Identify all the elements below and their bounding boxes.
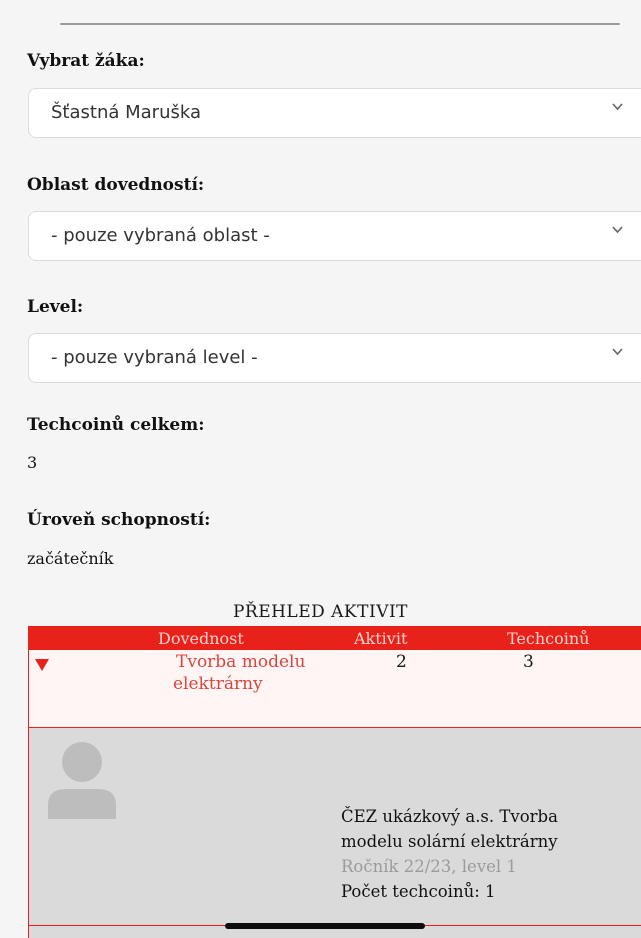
column-header-techcoins: Techcoinů xyxy=(507,629,590,648)
chevron-down-icon xyxy=(612,348,623,358)
student-select-value: Šťastná Maruška xyxy=(51,102,201,123)
activity-title-line2: modelu solární elektrárny xyxy=(341,832,558,851)
row-activities: 2 xyxy=(396,652,407,672)
skill-level-label: Úroveň schopností: xyxy=(27,510,211,530)
activity-meta: Ročník 22/23, level 1 xyxy=(341,857,517,876)
row-skill-line1[interactable]: Tvorba modelu xyxy=(176,652,305,672)
activity-detail: ČEZ ukázkový a.s. Tvorba modelu solární … xyxy=(28,728,641,938)
level-select-value: - pouze vybraná level - xyxy=(51,347,258,368)
techcoins-total-value: 3 xyxy=(27,453,38,472)
table-row[interactable]: Tvorba modelu elektrárny 2 3 xyxy=(28,650,641,728)
student-select-label: Vybrat žáka: xyxy=(27,51,145,71)
home-indicator[interactable] xyxy=(225,923,425,929)
skill-area-select-value: - pouze vybraná oblast - xyxy=(51,225,270,246)
overview-table-header: Dovednost Aktivit Techcoinů xyxy=(28,626,641,650)
chevron-down-icon xyxy=(612,103,623,113)
level-select-label: Level: xyxy=(27,297,84,317)
top-divider xyxy=(60,23,620,25)
skill-area-select[interactable]: - pouze vybraná oblast - xyxy=(28,211,641,261)
skill-level-value: začátečník xyxy=(27,549,114,568)
level-select[interactable]: - pouze vybraná level - xyxy=(28,333,641,383)
user-avatar-icon xyxy=(46,737,118,819)
row-techcoins: 3 xyxy=(523,652,534,672)
skill-area-select-label: Oblast dovedností: xyxy=(27,175,205,195)
student-select[interactable]: Šťastná Maruška xyxy=(28,88,641,138)
column-header-skill: Dovednost xyxy=(158,629,244,648)
triangle-down-icon[interactable] xyxy=(35,659,49,671)
activity-title-line1: ČEZ ukázkový a.s. Tvorba xyxy=(341,807,558,826)
row-skill-line2[interactable]: elektrárny xyxy=(173,674,263,694)
column-header-activities: Aktivit xyxy=(354,629,408,648)
chevron-down-icon xyxy=(612,226,623,236)
techcoins-total-label: Techcoinů celkem: xyxy=(27,415,205,435)
overview-title: PŘEHLED AKTIVIT xyxy=(232,602,409,622)
activity-coins: Počet techcoinů: 1 xyxy=(341,882,496,901)
